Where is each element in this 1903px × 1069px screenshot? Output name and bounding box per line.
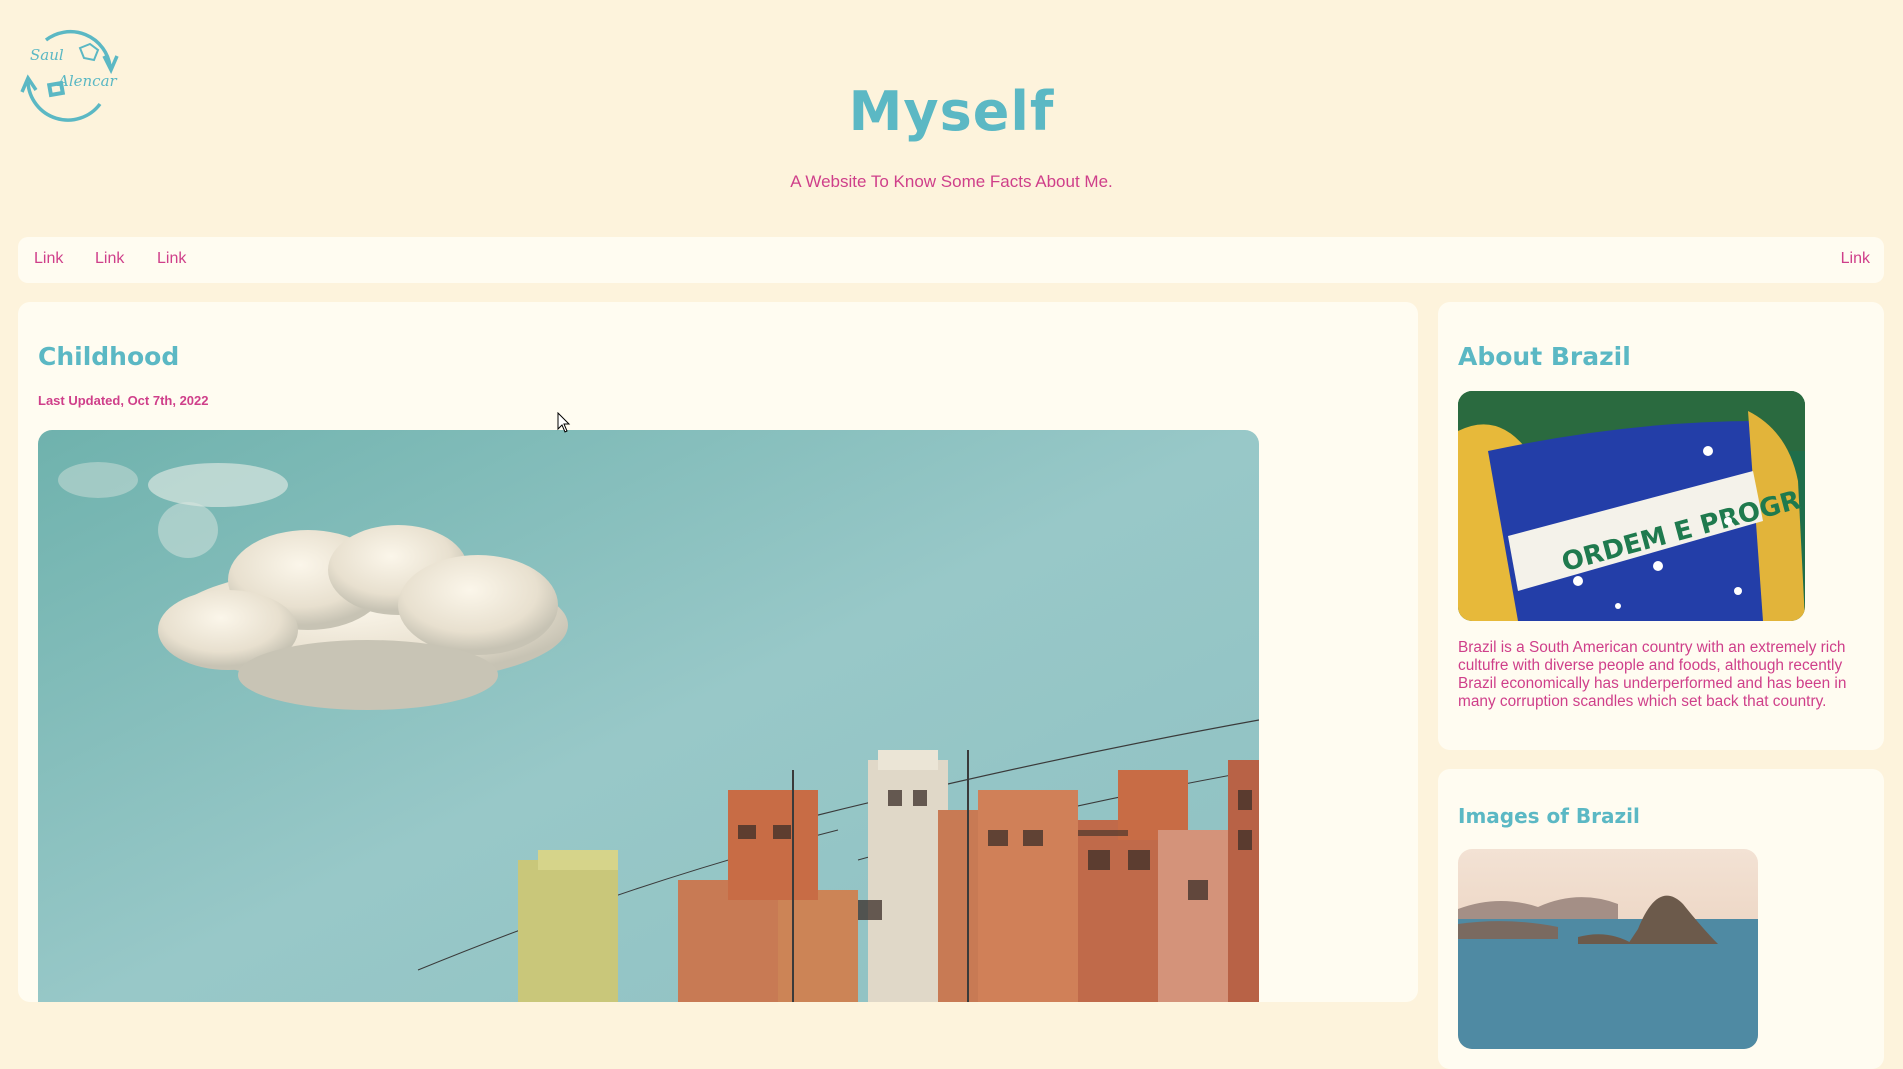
page-subtitle: A Website To Know Some Facts About Me. xyxy=(790,172,1113,191)
images-of-brazil-title: Images of Brazil xyxy=(1458,804,1640,828)
about-brazil-title: About Brazil xyxy=(1458,342,1631,371)
nav-link-right[interactable]: Link xyxy=(1841,250,1870,268)
childhood-image xyxy=(38,430,1259,1002)
rio-image xyxy=(1458,849,1758,1049)
about-brazil-card: About Brazil ORDEM E PROGR Brazil is a S… xyxy=(1438,302,1884,750)
childhood-title: Childhood xyxy=(38,342,180,371)
childhood-card: Childhood Last Updated, Oct 7th, 2022 xyxy=(18,302,1418,1002)
nav-link-3[interactable]: Link xyxy=(157,250,186,268)
navbar: Link Link Link Link xyxy=(18,237,1884,283)
page-title: Myself xyxy=(848,80,1055,143)
about-brazil-text: Brazil is a South American country with … xyxy=(1458,639,1847,710)
brazil-flag-image: ORDEM E PROGR xyxy=(1458,391,1805,621)
logo-text-top: Saul xyxy=(30,46,64,64)
nav-link-1[interactable]: Link xyxy=(34,250,63,268)
mouse-cursor-icon xyxy=(557,412,571,433)
images-of-brazil-card: Images of Brazil xyxy=(1438,769,1884,1069)
last-updated: Last Updated, Oct 7th, 2022 xyxy=(38,393,209,408)
nav-link-2[interactable]: Link xyxy=(95,250,124,268)
